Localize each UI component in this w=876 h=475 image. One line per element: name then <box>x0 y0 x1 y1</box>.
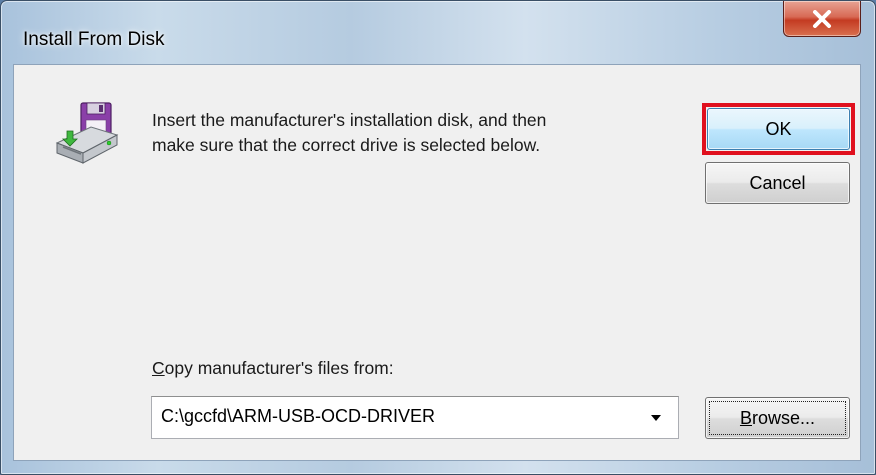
browse-button[interactable]: Browse... <box>705 397 850 439</box>
ok-button[interactable]: OK <box>707 108 850 150</box>
copy-from-path-value: C:\gccfd\ARM-USB-OCD-DRIVER <box>161 406 436 426</box>
browse-button-label: Browse... <box>740 408 815 429</box>
install-from-disk-window: Install From Disk Insert the manufacture <box>0 0 876 475</box>
title-bar[interactable]: Install From Disk <box>1 1 875 50</box>
chevron-down-icon <box>651 414 661 421</box>
close-icon <box>813 9 831 28</box>
browse-label-text: rowse... <box>751 407 816 428</box>
cancel-button[interactable]: Cancel <box>705 162 850 204</box>
browse-label-mnemonic: B <box>739 407 752 428</box>
instruction-message: Insert the manufacturer's installation d… <box>152 108 672 158</box>
close-button[interactable] <box>783 1 861 37</box>
instruction-line-2: make sure that the correct drive is sele… <box>152 135 541 155</box>
combobox-dropdown-button[interactable] <box>642 397 670 438</box>
instruction-line-1: Insert the manufacturer's installation d… <box>152 110 547 130</box>
copy-from-combobox[interactable]: C:\gccfd\ARM-USB-OCD-DRIVER <box>151 396 679 439</box>
copy-from-label-mnemonic: C <box>152 358 165 378</box>
copy-from-label-text: opy manufacturer's files from: <box>164 358 394 378</box>
floppy-disk-drive-icon <box>51 101 123 169</box>
copy-from-label: Copy manufacturer's files from: <box>152 358 394 379</box>
window-title: Install From Disk <box>23 29 165 50</box>
